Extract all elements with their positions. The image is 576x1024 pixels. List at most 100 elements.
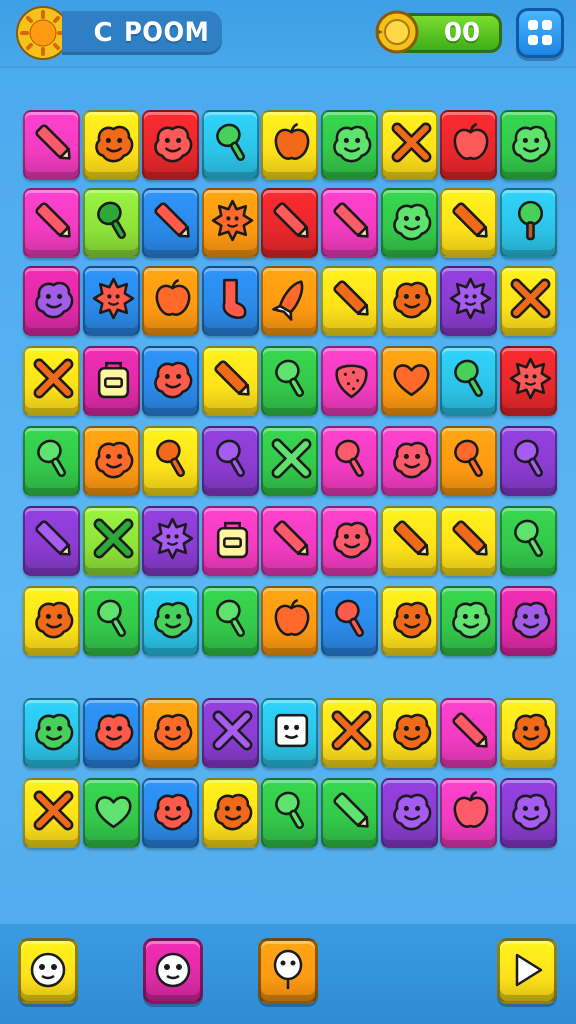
tile-blob[interactable]: [202, 778, 259, 848]
tile-cross[interactable]: [261, 426, 318, 496]
tile-pencil[interactable]: [261, 506, 318, 576]
tile-blob[interactable]: [321, 506, 378, 576]
tile-blob[interactable]: [381, 188, 438, 258]
tile-bottle[interactable]: [142, 426, 199, 496]
tile-pencil[interactable]: [202, 346, 259, 416]
tile-heart[interactable]: [381, 346, 438, 416]
tile-blob[interactable]: [381, 266, 438, 336]
tile-bottle[interactable]: [321, 426, 378, 496]
play-button[interactable]: [497, 938, 557, 1004]
tile-sun[interactable]: [500, 346, 557, 416]
tile-blob[interactable]: [83, 698, 140, 768]
tile-bottle[interactable]: [83, 586, 140, 656]
tile-sun[interactable]: [83, 266, 140, 336]
tile-pencil[interactable]: [440, 506, 497, 576]
tile-apple[interactable]: [261, 110, 318, 180]
tile-sun[interactable]: [142, 506, 199, 576]
tile-heart[interactable]: [83, 778, 140, 848]
tile-pencil[interactable]: [23, 110, 80, 180]
blob-icon: [393, 203, 432, 241]
tile-bottle[interactable]: [23, 426, 80, 496]
tile-blob[interactable]: [381, 586, 438, 656]
pencil-icon: [393, 520, 429, 556]
tile-bottle[interactable]: [440, 346, 497, 416]
tile-pencil[interactable]: [321, 266, 378, 336]
apple-icon: [274, 598, 310, 636]
tile-cross[interactable]: [83, 506, 140, 576]
tile-pencil[interactable]: [321, 188, 378, 258]
bottle-icon: [514, 439, 544, 478]
tile-pencil[interactable]: [142, 188, 199, 258]
tile-cross[interactable]: [202, 698, 259, 768]
strawberry-icon: [335, 364, 368, 399]
tile-blob[interactable]: [500, 698, 557, 768]
tile-bottle[interactable]: [500, 426, 557, 496]
tile-cross[interactable]: [500, 266, 557, 336]
tile-bottle[interactable]: [202, 586, 259, 656]
tile-bottle[interactable]: [261, 346, 318, 416]
bottle-icon: [216, 599, 246, 638]
tile-cross[interactable]: [321, 698, 378, 768]
blob-icon: [35, 281, 74, 319]
bottle-icon: [97, 201, 127, 240]
tile-blob[interactable]: [142, 698, 199, 768]
tile-blob[interactable]: [23, 586, 80, 656]
tile-apple[interactable]: [440, 778, 497, 848]
tile-pencil[interactable]: [261, 188, 318, 258]
tile-blob[interactable]: [500, 778, 557, 848]
tile-rocket[interactable]: [261, 266, 318, 336]
tile-bottle[interactable]: [440, 426, 497, 496]
tile-pencil[interactable]: [440, 188, 497, 258]
bottle-icon: [97, 599, 127, 638]
tile-pencil[interactable]: [321, 778, 378, 848]
tile-blob[interactable]: [83, 110, 140, 180]
tile-blob[interactable]: [142, 110, 199, 180]
tile-tree[interactable]: [500, 188, 557, 258]
tile-strawberry[interactable]: [321, 346, 378, 416]
tile-cross[interactable]: [381, 110, 438, 180]
tile-bottle[interactable]: [500, 506, 557, 576]
cross-icon: [391, 122, 432, 163]
tile-blob[interactable]: [500, 586, 557, 656]
tile-apple[interactable]: [261, 586, 318, 656]
tile-pencil[interactable]: [440, 698, 497, 768]
tile-blob[interactable]: [381, 778, 438, 848]
shuffle-button[interactable]: [143, 938, 203, 1004]
tile-bottle[interactable]: [321, 586, 378, 656]
tile-cross[interactable]: [23, 778, 80, 848]
tile-bag[interactable]: [83, 346, 140, 416]
blob-icon: [95, 441, 134, 479]
tile-blob[interactable]: [500, 110, 557, 180]
undo-button[interactable]: [258, 938, 318, 1004]
tile-pencil[interactable]: [23, 506, 80, 576]
tile-blob[interactable]: [440, 586, 497, 656]
tile-apple[interactable]: [440, 110, 497, 180]
tile-sun[interactable]: [440, 266, 497, 336]
tile-blob[interactable]: [381, 698, 438, 768]
tile-sun[interactable]: [202, 188, 259, 258]
cross-icon: [271, 438, 312, 479]
blob-icon: [393, 793, 432, 831]
sun-icon: [449, 277, 492, 320]
tile-bottle[interactable]: [202, 110, 259, 180]
tile-box[interactable]: [261, 698, 318, 768]
tile-blob[interactable]: [23, 266, 80, 336]
tile-blob[interactable]: [142, 778, 199, 848]
tile-pencil[interactable]: [381, 506, 438, 576]
tile-blob[interactable]: [381, 426, 438, 496]
tile-bottle[interactable]: [83, 188, 140, 258]
tile-apple[interactable]: [142, 266, 199, 336]
tile-sock[interactable]: [202, 266, 259, 336]
tile-blob[interactable]: [142, 586, 199, 656]
tile-blob[interactable]: [321, 110, 378, 180]
tile-bag[interactable]: [202, 506, 259, 576]
tile-bottle[interactable]: [261, 778, 318, 848]
pencil-icon: [452, 712, 488, 748]
tile-blob[interactable]: [83, 426, 140, 496]
tile-bottle[interactable]: [202, 426, 259, 496]
tile-pencil[interactable]: [23, 188, 80, 258]
tile-blob[interactable]: [23, 698, 80, 768]
hint-button[interactable]: [18, 938, 78, 1004]
tile-cross[interactable]: [23, 346, 80, 416]
tile-blob[interactable]: [142, 346, 199, 416]
